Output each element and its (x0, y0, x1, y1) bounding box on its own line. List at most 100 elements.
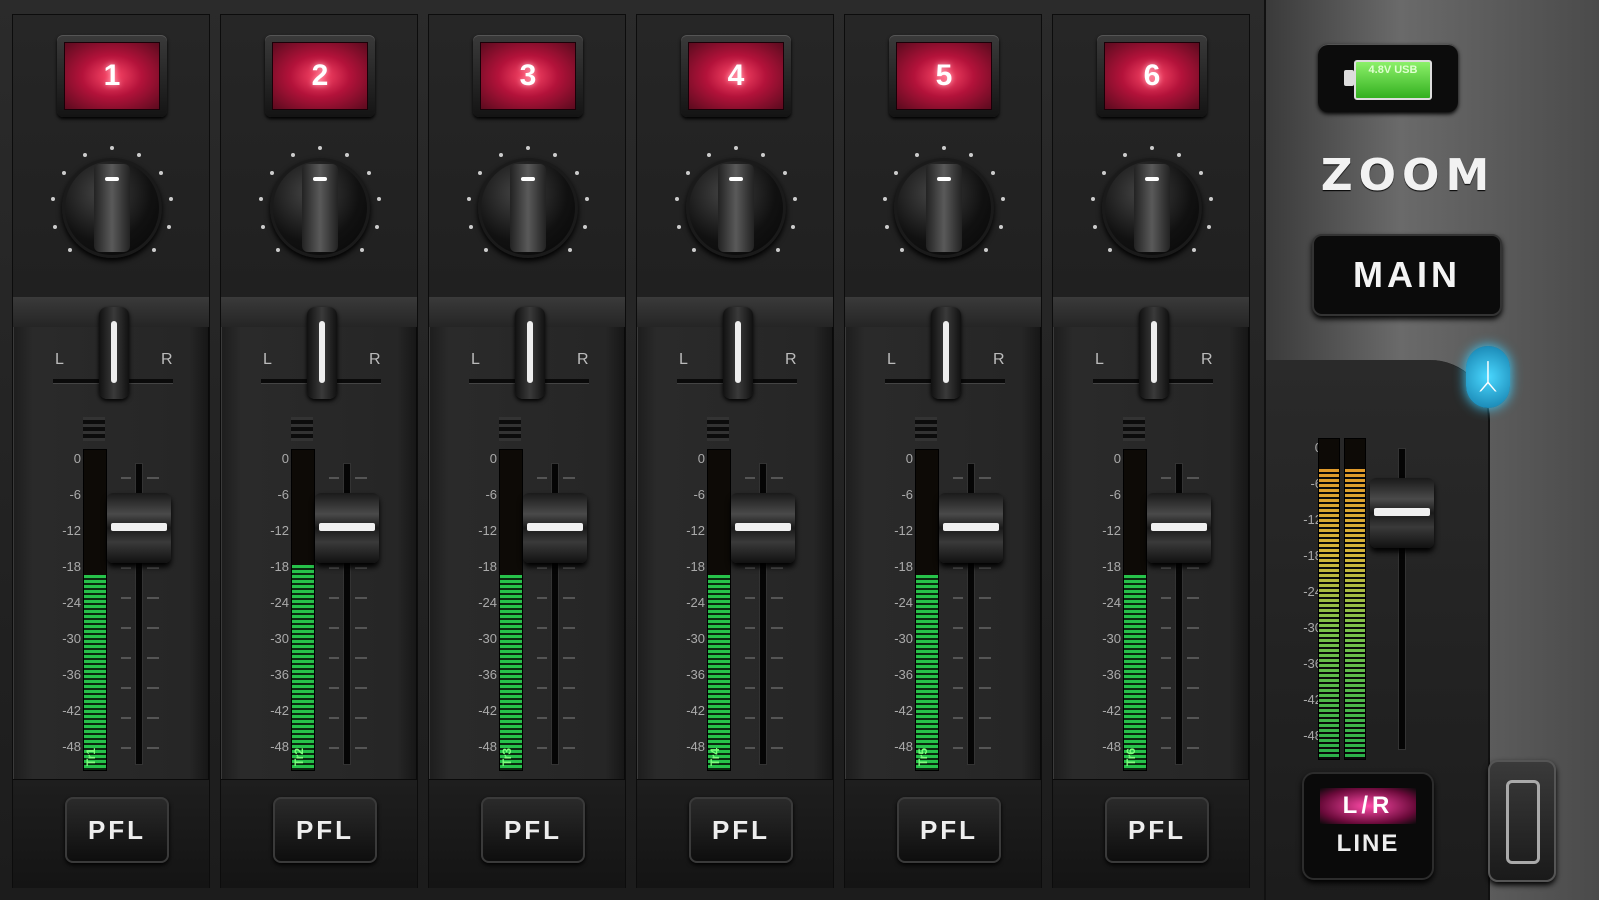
fader-tick (147, 477, 159, 479)
fader-tick (329, 567, 339, 569)
knob-tick (706, 152, 711, 157)
meter-cap (499, 417, 521, 441)
fader-tick (147, 687, 159, 689)
scale-label: -6 (1109, 487, 1121, 502)
fader-tick (121, 567, 131, 569)
scale-label: -42 (894, 703, 913, 718)
fader-tick (563, 717, 575, 719)
pan-slider-handle[interactable] (515, 307, 545, 399)
pan-slider-handle[interactable] (723, 307, 753, 399)
meter-scale: 0 -6 -12 -18 -24 -30 -36 -42 -48 (53, 441, 83, 771)
scale-label: -48 (62, 739, 81, 754)
pan-slider-handle[interactable] (307, 307, 337, 399)
knob-body[interactable] (1102, 158, 1202, 258)
knob-tick (585, 196, 590, 201)
knob-tick (553, 152, 558, 157)
level-meter: Tr5 (915, 449, 939, 771)
fader-tick (745, 687, 755, 689)
gain-knob[interactable] (463, 143, 593, 273)
fader-tick (537, 717, 547, 719)
scale-label: 0 (281, 451, 289, 466)
knob-tick (110, 146, 114, 150)
pfl-button[interactable]: PFL (273, 797, 377, 863)
fader-tick (745, 747, 755, 749)
meter-fill (916, 574, 938, 770)
knob-tick (366, 170, 371, 175)
pan-slider-handle[interactable] (1139, 307, 1169, 399)
knob-body[interactable] (270, 158, 370, 258)
fader-tick (537, 477, 547, 479)
fader-tick (771, 597, 783, 599)
knob-tick (169, 196, 174, 201)
meter-cap (1123, 417, 1145, 441)
knob-body[interactable] (686, 158, 786, 258)
fader-tick (1187, 717, 1199, 719)
fader-tick (745, 567, 755, 569)
scale-label: 0 (905, 451, 913, 466)
fader-handle[interactable] (315, 493, 379, 563)
scale-label: -12 (686, 523, 705, 538)
fader-tick (563, 567, 575, 569)
gain-knob[interactable] (671, 143, 801, 273)
meter-cap (83, 417, 105, 441)
knob-body[interactable] (478, 158, 578, 258)
fader-tick (329, 687, 339, 689)
channel-select-button[interactable]: 4 (681, 35, 791, 117)
gain-knob[interactable] (879, 143, 1009, 273)
knob-body[interactable] (894, 158, 994, 258)
pan-slider-handle[interactable] (99, 307, 129, 399)
scale-label: -18 (62, 559, 81, 574)
fader-tick (771, 687, 783, 689)
pan-slider-handle[interactable] (931, 307, 961, 399)
fader-handle[interactable] (107, 493, 171, 563)
pfl-button[interactable]: PFL (897, 797, 1001, 863)
level-meter: Tr6 (1123, 449, 1147, 771)
gain-knob[interactable] (255, 143, 385, 273)
scale-label: -12 (1102, 523, 1121, 538)
bluetooth-icon[interactable]: ᛸ (1466, 346, 1510, 408)
scale-label: -30 (270, 631, 289, 646)
scale-label: -24 (270, 595, 289, 610)
channel-select-button[interactable]: 6 (1097, 35, 1207, 117)
gain-knob[interactable] (47, 143, 177, 273)
channel-select-button[interactable]: 3 (473, 35, 583, 117)
fader-handle[interactable] (939, 493, 1003, 563)
fader-handle[interactable] (1147, 493, 1211, 563)
knob-tick (990, 170, 995, 175)
pan-left-label: L (263, 351, 272, 368)
fader-tick (979, 657, 991, 659)
fader-handle[interactable] (731, 493, 795, 563)
track-label: Tr4 (708, 747, 722, 766)
lr-line-button[interactable]: L/R LINE (1302, 772, 1434, 880)
lock-switch[interactable] (1488, 760, 1556, 882)
pan-right-label: R (161, 351, 173, 368)
fader-tick (121, 627, 131, 629)
pfl-button[interactable]: PFL (1105, 797, 1209, 863)
channel-select-button[interactable]: 1 (57, 35, 167, 117)
pfl-button[interactable]: PFL (689, 797, 793, 863)
scale-label: -30 (686, 631, 705, 646)
fader-handle[interactable] (523, 493, 587, 563)
pfl-button[interactable]: PFL (481, 797, 585, 863)
channel-strip-4: 4 L R 0 -6 -12 -18 -24 -30 -36 -42 -48 Tr4 PFL (636, 14, 834, 888)
gain-knob[interactable] (1087, 143, 1217, 273)
knob-tick (158, 170, 163, 175)
channel-select-button[interactable]: 2 (265, 35, 375, 117)
channel-number: 5 (896, 42, 992, 110)
knob-tick (761, 152, 766, 157)
main-button[interactable]: MAIN (1312, 234, 1502, 316)
fader-tick (537, 627, 547, 629)
knob-tick (498, 152, 503, 157)
level-meter: Tr3 (499, 449, 523, 771)
fader-tick (1187, 687, 1199, 689)
fader-tick (121, 597, 131, 599)
master-fader-handle[interactable] (1370, 478, 1434, 548)
knob-tick (782, 170, 787, 175)
fader-tick (745, 477, 755, 479)
knob-indicator (105, 177, 119, 181)
pfl-button[interactable]: PFL (65, 797, 169, 863)
scale-label: -48 (478, 739, 497, 754)
knob-body[interactable] (62, 158, 162, 258)
knob-indicator (1145, 177, 1159, 181)
channel-select-button[interactable]: 5 (889, 35, 999, 117)
